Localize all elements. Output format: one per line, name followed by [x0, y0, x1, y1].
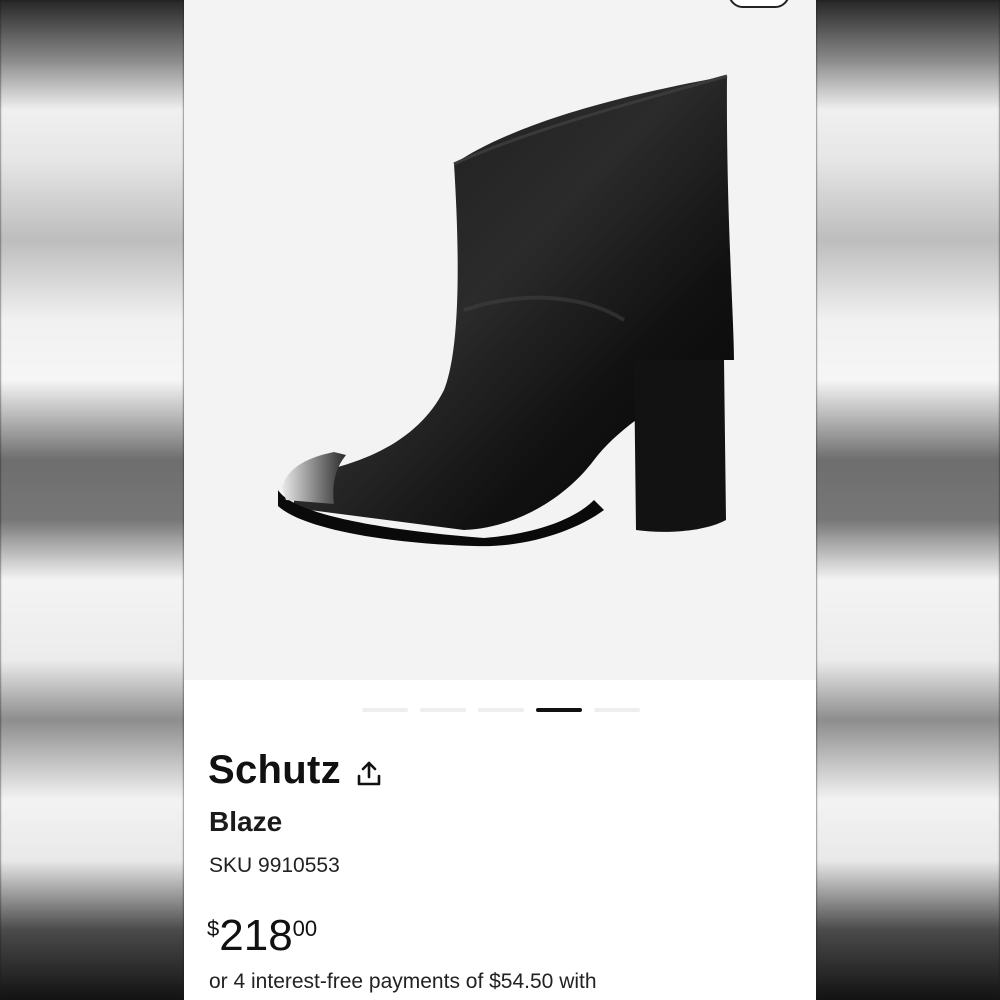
carousel-indicators: [362, 708, 640, 712]
carousel-dot[interactable]: [420, 708, 466, 712]
brand-row: Schutz: [208, 748, 383, 793]
close-button[interactable]: [728, 0, 790, 8]
product-image-boot: [278, 74, 734, 547]
carousel-dot[interactable]: [594, 708, 640, 712]
price-dollars: 218: [219, 911, 293, 960]
product-image-carousel[interactable]: [184, 0, 816, 680]
carousel-dot[interactable]: [536, 708, 582, 712]
installment-payments-text: or 4 interest-free payments of $54.50 wi…: [209, 970, 597, 993]
share-icon[interactable]: [355, 760, 383, 788]
price-currency: $: [207, 916, 220, 941]
carousel-dot[interactable]: [478, 708, 524, 712]
product-sku: SKU 9910553: [209, 854, 340, 877]
product-price: $ 218 00: [207, 912, 317, 960]
background-blur-right: [816, 0, 1000, 1000]
brand-name[interactable]: Schutz: [208, 748, 341, 793]
price-cents: 00: [292, 916, 318, 941]
product-model-name: Blaze: [209, 806, 283, 837]
product-screen: Schutz Blaze SKU 9910553 $ 218 00 or 4 i…: [184, 0, 816, 1000]
carousel-dot[interactable]: [362, 708, 408, 712]
background-blur-left: [0, 0, 184, 1000]
